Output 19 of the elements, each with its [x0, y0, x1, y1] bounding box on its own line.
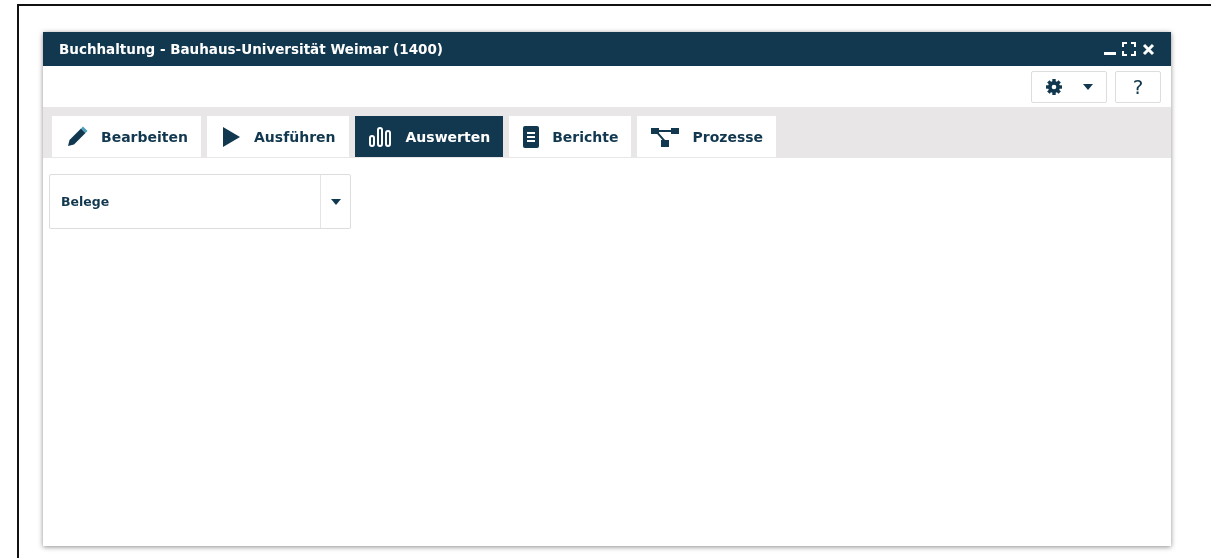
tab[interactable]: Auswerten	[354, 116, 504, 157]
tab[interactable]: Bearbeiten	[52, 116, 201, 157]
tab[interactable]: Berichte	[509, 116, 632, 157]
flowchart-icon	[650, 125, 681, 148]
settings-button[interactable]	[1031, 70, 1107, 103]
play-icon	[220, 125, 242, 148]
tab[interactable]: Prozesse	[637, 116, 777, 157]
document-icon	[522, 124, 541, 149]
window-title: Buchhaltung - Bauhaus-Universität Weimar (1400)	[59, 41, 444, 57]
maximize-icon[interactable]	[1122, 42, 1136, 56]
bar-chart-icon	[367, 125, 394, 148]
pencil-icon	[65, 124, 89, 149]
settings-icon	[1045, 77, 1063, 96]
help-button[interactable]: ?	[1115, 70, 1161, 103]
tab[interactable]: Ausführen	[207, 116, 349, 157]
caret-icon	[1083, 83, 1093, 90]
dropdown[interactable]: Belege	[49, 174, 351, 229]
caret-icon	[330, 198, 341, 205]
close-icon[interactable]	[1142, 42, 1155, 56]
